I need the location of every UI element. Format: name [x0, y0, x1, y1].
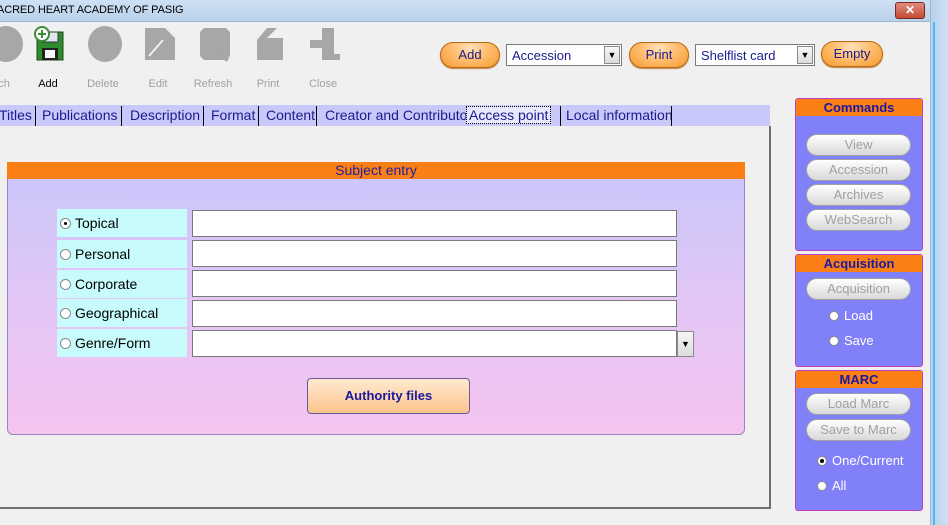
view-button[interactable]: View: [806, 134, 911, 156]
load-label: Load: [844, 308, 873, 323]
topical-field[interactable]: [192, 210, 677, 237]
chevron-down-icon[interactable]: ▼: [604, 46, 620, 64]
archives-button[interactable]: Archives: [806, 184, 911, 206]
load-marc-button[interactable]: Load Marc: [806, 393, 911, 415]
print-type-select[interactable]: Shelflist card ▼: [695, 44, 815, 66]
save-label: Save: [844, 333, 874, 348]
genre-form-option[interactable]: Genre/Form: [57, 329, 187, 357]
edit-button[interactable]: Edit: [134, 24, 182, 94]
save-option[interactable]: Save: [829, 333, 874, 348]
all-label: All: [832, 478, 847, 493]
print-button-label: Print: [256, 78, 280, 90]
window-close-button[interactable]: ✕: [895, 2, 925, 19]
geographical-field[interactable]: [192, 300, 677, 327]
refresh-button[interactable]: Refresh: [189, 24, 237, 94]
empty-button[interactable]: Empty: [821, 41, 883, 67]
genre-form-select[interactable]: [192, 330, 677, 357]
chevron-down-icon[interactable]: ▼: [797, 46, 813, 64]
print-type-value: Shelflist card: [701, 48, 776, 63]
load-option[interactable]: Load: [829, 308, 873, 323]
tab-divider: [671, 106, 672, 126]
personal-option[interactable]: Personal: [57, 240, 187, 268]
websearch-button[interactable]: WebSearch: [806, 209, 911, 231]
tab-local-information[interactable]: Local information: [566, 107, 673, 125]
all-radio[interactable]: [817, 481, 827, 491]
tab-publications[interactable]: Publications: [42, 107, 118, 125]
edit-button-label: Edit: [148, 78, 168, 90]
tab-divider: [316, 106, 317, 126]
tab-content[interactable]: Content: [266, 107, 315, 125]
acquisition-button[interactable]: Acquisition: [806, 278, 911, 300]
tab-divider: [35, 106, 36, 126]
corporate-option[interactable]: Corporate: [57, 270, 187, 298]
save-radio[interactable]: [829, 336, 839, 346]
tab-titles[interactable]: Titles: [0, 107, 32, 125]
close-icon: [310, 28, 340, 60]
frame-accent: [933, 22, 935, 525]
corporate-radio[interactable]: [60, 279, 71, 290]
personal-label: Personal: [75, 246, 131, 262]
one-current-radio[interactable]: [817, 456, 827, 466]
topical-radio[interactable]: [60, 218, 71, 229]
subject-entry-header: Subject entry: [7, 162, 745, 179]
delete-button[interactable]: Delete: [79, 24, 127, 94]
print-button[interactable]: Print: [244, 24, 292, 94]
geographical-option[interactable]: Geographical: [57, 299, 187, 327]
title-bar: ACRED HEART ACADEMY OF PASIG ✕: [0, 0, 930, 22]
search-icon: [0, 26, 23, 62]
acquisition-panel: Acquisition Acquisition Load Save: [795, 254, 923, 367]
tab-divider: [560, 106, 561, 126]
tab-format[interactable]: Format: [211, 107, 255, 125]
add-button-label: Add: [38, 78, 58, 90]
genre-form-radio[interactable]: [60, 338, 71, 349]
corporate-label: Corporate: [75, 276, 138, 292]
add-record-icon: [34, 26, 64, 61]
tab-divider: [258, 106, 259, 126]
tab-divider: [203, 106, 204, 126]
tab-access-point[interactable]: Access point: [466, 106, 552, 124]
one-current-option[interactable]: One/Current: [817, 453, 904, 468]
topical-option[interactable]: Topical: [57, 209, 187, 237]
close-button-label: Close: [308, 78, 338, 90]
close-button[interactable]: Close: [299, 24, 347, 94]
marc-panel: MARC Load Marc Save to Marc One/Current …: [795, 370, 923, 511]
print-pill-button[interactable]: Print: [629, 42, 689, 68]
add-type-value: Accession: [512, 48, 572, 63]
marc-header: MARC: [796, 371, 922, 388]
genre-form-label: Genre/Form: [75, 335, 151, 351]
tab-divider: [121, 106, 122, 126]
refresh-icon: [200, 28, 230, 62]
save-to-marc-button[interactable]: Save to Marc: [806, 419, 911, 441]
add-pill-button[interactable]: Add: [440, 42, 500, 68]
window-frame-right: [930, 0, 948, 525]
authority-files-button[interactable]: Authority files: [307, 378, 470, 414]
tab-creator-contributor[interactable]: Creator and Contributor: [325, 107, 472, 125]
one-current-label: One/Current: [832, 453, 904, 468]
load-radio[interactable]: [829, 311, 839, 321]
edit-icon: [145, 28, 175, 60]
refresh-button-label: Refresh: [193, 78, 233, 90]
acquisition-header: Acquisition: [796, 255, 922, 272]
geographical-radio[interactable]: [60, 308, 71, 319]
topical-label: Topical: [75, 215, 119, 231]
personal-field[interactable]: [192, 240, 677, 267]
tab-description[interactable]: Description: [130, 107, 200, 125]
window-title: ACRED HEART ACADEMY OF PASIG: [0, 4, 184, 16]
commands-panel: Commands View Accession Archives WebSear…: [795, 98, 923, 251]
chevron-down-icon[interactable]: ▼: [677, 331, 694, 357]
corporate-field[interactable]: [192, 270, 677, 297]
add-type-select[interactable]: Accession ▼: [506, 44, 622, 66]
accession-button[interactable]: Accession: [806, 159, 911, 181]
all-option[interactable]: All: [817, 478, 846, 493]
geographical-label: Geographical: [75, 305, 159, 321]
personal-radio[interactable]: [60, 249, 71, 260]
commands-header: Commands: [796, 99, 922, 116]
print-icon: [257, 28, 283, 60]
delete-icon: [88, 26, 122, 62]
delete-button-label: Delete: [87, 78, 119, 90]
add-button[interactable]: Add: [24, 24, 72, 94]
